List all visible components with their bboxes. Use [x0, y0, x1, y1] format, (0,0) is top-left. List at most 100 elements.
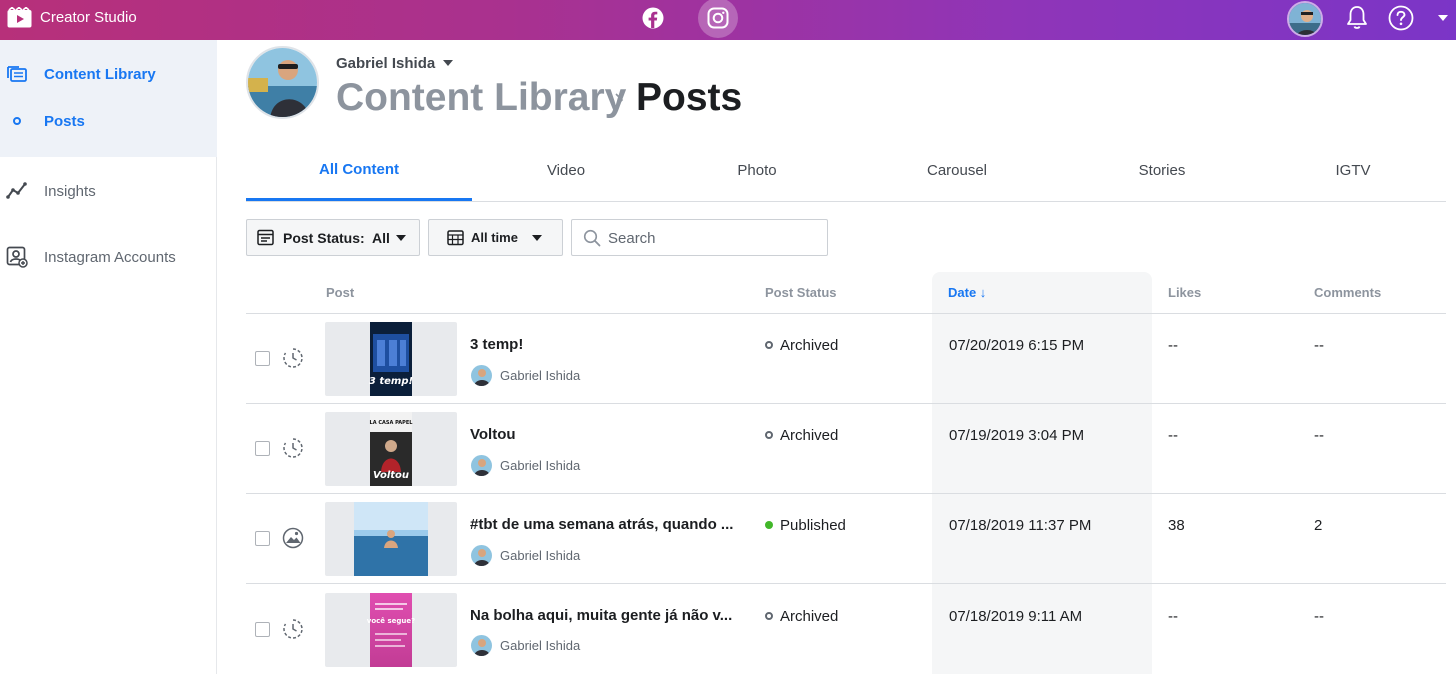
- row-checkbox[interactable]: [255, 531, 270, 546]
- account-menu-chevron-down-icon[interactable]: [1437, 14, 1449, 22]
- photo-icon: [282, 527, 304, 549]
- tab-video[interactable]: Video: [486, 140, 646, 201]
- instagram-icon: [707, 7, 729, 29]
- row-checkbox[interactable]: [255, 441, 270, 456]
- thumbnail-caption: você segue?: [367, 617, 415, 625]
- help-icon[interactable]: [1388, 5, 1414, 31]
- facebook-icon[interactable]: [642, 7, 664, 29]
- chevron-right-icon: [615, 93, 624, 107]
- time-range-value: All time: [471, 230, 518, 245]
- dot-icon: [13, 117, 21, 125]
- calendar-icon: [447, 230, 464, 246]
- sidebar: Content Library Posts Insights Instagram…: [0, 40, 217, 674]
- table-row[interactable]: #tbt de uma semana atrás, quando ... Gab…: [246, 494, 1446, 584]
- time-range-filter[interactable]: All time: [428, 219, 563, 256]
- page-title: Posts: [636, 76, 743, 119]
- top-bar: Creator Studio: [0, 0, 1456, 40]
- account-name[interactable]: Gabriel Ishida: [336, 55, 435, 72]
- post-thumbnail[interactable]: [325, 502, 457, 576]
- post-likes: --: [1168, 427, 1178, 444]
- archived-status-icon: [765, 612, 773, 620]
- thumbnail-caption: 3 temp!: [369, 376, 413, 387]
- sidebar-item-label: Instagram Accounts: [44, 248, 176, 266]
- table-row[interactable]: você segue? Na bolha aqui, muita gente j…: [246, 584, 1446, 674]
- post-status-icon: [257, 229, 274, 246]
- published-status-icon: [765, 521, 773, 529]
- story-icon: [283, 348, 303, 368]
- post-date: 07/20/2019 6:15 PM: [949, 337, 1085, 354]
- post-author: Gabriel Ishida: [500, 458, 581, 473]
- instagram-accounts-icon: [6, 246, 28, 268]
- tab-igtv[interactable]: IGTV: [1273, 140, 1433, 201]
- column-header-post-status: Post Status: [765, 285, 837, 300]
- row-checkbox[interactable]: [255, 351, 270, 366]
- breadcrumb-content-library[interactable]: Content Library: [336, 76, 626, 120]
- column-header-date[interactable]: Date ↓: [948, 285, 986, 300]
- table-row[interactable]: 3 temp! 3 temp! Gabriel Ishida Archived …: [246, 314, 1446, 404]
- notifications-bell-icon[interactable]: [1345, 5, 1369, 31]
- post-status-value: All: [372, 230, 390, 246]
- sidebar-item-label: Insights: [44, 182, 96, 200]
- post-status: Published: [780, 517, 846, 534]
- column-header-post: Post: [326, 285, 355, 300]
- creator-studio-logo-icon[interactable]: [7, 7, 32, 28]
- search-box: [571, 219, 828, 256]
- post-title[interactable]: 3 temp!: [470, 336, 523, 353]
- post-status-filter[interactable]: Post Status: All: [246, 219, 420, 256]
- post-status: Archived: [780, 337, 839, 354]
- author-avatar: [471, 635, 492, 656]
- sidebar-active-section: [0, 40, 217, 157]
- tab-all-content[interactable]: All Content: [246, 140, 472, 201]
- sidebar-item-insights[interactable]: Insights: [0, 176, 217, 206]
- column-header-likes[interactable]: Likes: [1168, 285, 1201, 300]
- post-likes: 38: [1168, 517, 1185, 534]
- post-date: 07/19/2019 3:04 PM: [949, 427, 1085, 444]
- story-icon: [283, 619, 303, 639]
- insights-icon: [6, 182, 27, 199]
- post-comments: --: [1314, 427, 1324, 444]
- row-checkbox[interactable]: [255, 622, 270, 637]
- chevron-down-icon: [532, 235, 542, 241]
- tab-carousel[interactable]: Carousel: [877, 140, 1037, 201]
- post-title[interactable]: Voltou: [470, 426, 516, 443]
- post-likes: --: [1168, 608, 1178, 625]
- sidebar-item-content-library[interactable]: Content Library: [0, 59, 217, 89]
- instagram-tab[interactable]: [698, 0, 738, 38]
- user-avatar[interactable]: [1287, 1, 1323, 37]
- post-author: Gabriel Ishida: [500, 368, 581, 383]
- post-date: 07/18/2019 9:11 AM: [949, 608, 1083, 625]
- column-header-comments[interactable]: Comments: [1314, 285, 1381, 300]
- content-library-icon: [7, 66, 27, 82]
- content-type-tabs: All Content Video Photo Carousel Stories…: [246, 140, 1446, 202]
- tab-stories[interactable]: Stories: [1082, 140, 1242, 201]
- post-likes: --: [1168, 337, 1178, 354]
- author-avatar: [471, 545, 492, 566]
- thumbnail-caption: Voltou: [373, 470, 409, 481]
- post-author: Gabriel Ishida: [500, 548, 581, 563]
- post-date: 07/18/2019 11:37 PM: [949, 517, 1092, 534]
- post-thumbnail[interactable]: você segue?: [325, 593, 457, 667]
- post-comments: --: [1314, 337, 1324, 354]
- post-author: Gabriel Ishida: [500, 638, 581, 653]
- post-status: Archived: [780, 608, 839, 625]
- sidebar-item-instagram-accounts[interactable]: Instagram Accounts: [0, 242, 217, 272]
- archived-status-icon: [765, 431, 773, 439]
- account-chevron-down-icon[interactable]: [443, 60, 453, 66]
- post-title[interactable]: #tbt de uma semana atrás, quando ...: [470, 516, 733, 533]
- profile-avatar: [246, 46, 319, 119]
- author-avatar: [471, 455, 492, 476]
- post-comments: 2: [1314, 517, 1323, 534]
- search-input[interactable]: [608, 226, 818, 250]
- post-title[interactable]: Na bolha aqui, muita gente já não v...: [470, 607, 732, 624]
- app-title: Creator Studio: [40, 9, 137, 26]
- sidebar-item-label: Posts: [44, 112, 85, 130]
- post-thumbnail[interactable]: 3 temp!: [325, 322, 457, 396]
- tab-photo[interactable]: Photo: [677, 140, 837, 201]
- post-status-label: Post Status:: [283, 230, 365, 246]
- post-status: Archived: [780, 427, 839, 444]
- search-icon: [583, 229, 601, 247]
- table-row[interactable]: LA CASA PAPEL Voltou Voltou Gabriel Ishi…: [246, 404, 1446, 494]
- post-comments: --: [1314, 608, 1324, 625]
- sidebar-item-posts[interactable]: Posts: [0, 106, 217, 136]
- post-thumbnail[interactable]: LA CASA PAPEL Voltou: [325, 412, 457, 486]
